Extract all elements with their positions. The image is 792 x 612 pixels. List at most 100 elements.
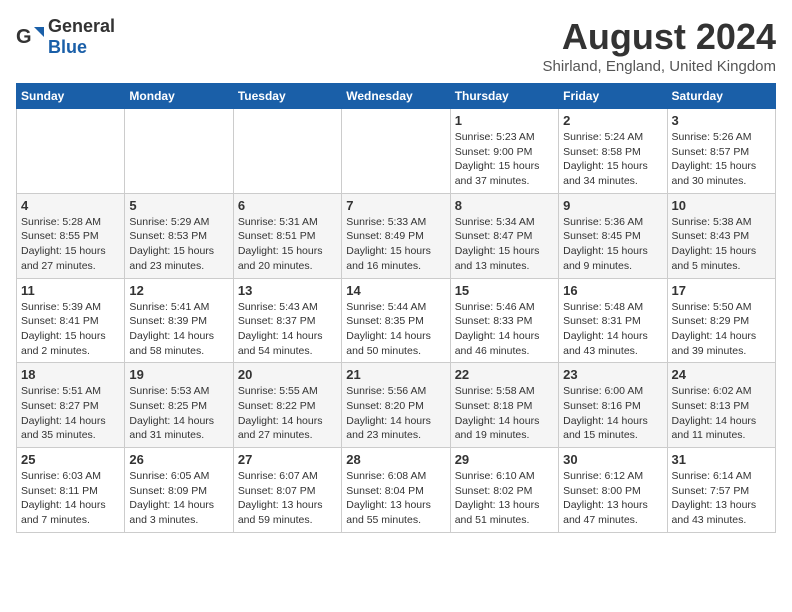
day-info: Sunrise: 6:02 AM Sunset: 8:13 PM Dayligh… [672,384,771,443]
day-info: Sunrise: 6:10 AM Sunset: 8:02 PM Dayligh… [455,469,554,528]
day-number: 17 [672,283,771,298]
day-info: Sunrise: 5:43 AM Sunset: 8:37 PM Dayligh… [238,300,337,359]
day-info: Sunrise: 5:34 AM Sunset: 8:47 PM Dayligh… [455,215,554,274]
calendar-cell: 16 Sunrise: 5:48 AM Sunset: 8:31 PM Dayli… [559,278,667,363]
calendar-cell: 22 Sunrise: 5:58 AM Sunset: 8:18 PM Dayli… [450,363,558,448]
day-info: Sunrise: 5:46 AM Sunset: 8:33 PM Dayligh… [455,300,554,359]
day-info: Sunrise: 5:50 AM Sunset: 8:29 PM Dayligh… [672,300,771,359]
day-number: 11 [21,283,120,298]
day-number: 24 [672,367,771,382]
location-subtitle: Shirland, England, United Kingdom [543,58,776,75]
day-number: 27 [238,452,337,467]
calendar-cell: 21Sunrise: 5:56 AM Sunset: 8:20 PM Dayli… [342,363,450,448]
day-number: 8 [455,198,554,213]
logo-general: General [48,16,115,36]
calendar-cell: 12 Sunrise: 5:41 AM Sunset: 8:39 PM Dayli… [125,278,233,363]
day-number: 28 [346,452,445,467]
calendar-cell: 31 Sunrise: 6:14 AM Sunset: 7:57 PM Dayli… [667,448,775,533]
day-number: 6 [238,198,337,213]
calendar-cell: 2 Sunrise: 5:24 AM Sunset: 8:58 PM Daylig… [559,109,667,194]
day-info: Sunrise: 5:44 AM Sunset: 8:35 PM Dayligh… [346,300,445,359]
day-number: 15 [455,283,554,298]
day-info: Sunrise: 5:55 AM Sunset: 8:22 PM Dayligh… [238,384,337,443]
calendar-cell: 6 Sunrise: 5:31 AM Sunset: 8:51 PM Daylig… [233,193,341,278]
calendar-cell: 5 Sunrise: 5:29 AM Sunset: 8:53 PM Daylig… [125,193,233,278]
calendar-cell: 24 Sunrise: 6:02 AM Sunset: 8:13 PM Dayli… [667,363,775,448]
day-info: Sunrise: 6:08 AM Sunset: 8:04 PM Dayligh… [346,469,445,528]
day-number: 14 [346,283,445,298]
calendar-cell: 17 Sunrise: 5:50 AM Sunset: 8:29 PM Dayli… [667,278,775,363]
weekday-header-wednesday: Wednesday [342,84,450,109]
weekday-header-monday: Monday [125,84,233,109]
weekday-header-tuesday: Tuesday [233,84,341,109]
day-info: Sunrise: 6:03 AM Sunset: 8:11 PM Dayligh… [21,469,120,528]
day-number: 13 [238,283,337,298]
day-number: 29 [455,452,554,467]
calendar-cell: 13 Sunrise: 5:43 AM Sunset: 8:37 PM Dayli… [233,278,341,363]
logo-blue: Blue [48,37,87,57]
day-number: 2 [563,113,662,128]
day-info: Sunrise: 5:51 AM Sunset: 8:27 PM Dayligh… [21,384,120,443]
calendar-cell: 11 Sunrise: 5:39 AM Sunset: 8:41 PM Dayli… [17,278,125,363]
day-number: 12 [129,283,228,298]
calendar-cell: 30 Sunrise: 6:12 AM Sunset: 8:00 PM Dayli… [559,448,667,533]
weekday-header-thursday: Thursday [450,84,558,109]
day-number: 10 [672,198,771,213]
calendar-week-1: 1Sunrise: 5:23 AM Sunset: 9:00 PM Daylig… [17,109,776,194]
calendar-cell: 7Sunrise: 5:33 AM Sunset: 8:49 PM Daylig… [342,193,450,278]
weekday-header-friday: Friday [559,84,667,109]
day-number: 31 [672,452,771,467]
calendar-cell: 9 Sunrise: 5:36 AM Sunset: 8:45 PM Daylig… [559,193,667,278]
day-number: 25 [21,452,120,467]
calendar-cell: 8 Sunrise: 5:34 AM Sunset: 8:47 PM Daylig… [450,193,558,278]
day-info: Sunrise: 5:26 AM Sunset: 8:57 PM Dayligh… [672,130,771,189]
day-info: Sunrise: 6:12 AM Sunset: 8:00 PM Dayligh… [563,469,662,528]
calendar-cell: 15 Sunrise: 5:46 AM Sunset: 8:33 PM Dayli… [450,278,558,363]
weekday-header-sunday: Sunday [17,84,125,109]
weekday-header-row: SundayMondayTuesdayWednesdayThursdayFrid… [17,84,776,109]
day-info: Sunrise: 6:07 AM Sunset: 8:07 PM Dayligh… [238,469,337,528]
day-info: Sunrise: 5:39 AM Sunset: 8:41 PM Dayligh… [21,300,120,359]
calendar-body: 1Sunrise: 5:23 AM Sunset: 9:00 PM Daylig… [17,109,776,533]
title-block: August 2024 Shirland, England, United Ki… [543,16,776,75]
weekday-header-saturday: Saturday [667,84,775,109]
calendar-cell: 29 Sunrise: 6:10 AM Sunset: 8:02 PM Dayli… [450,448,558,533]
calendar-cell: 3Sunrise: 5:26 AM Sunset: 8:57 PM Daylig… [667,109,775,194]
day-number: 5 [129,198,228,213]
calendar-cell: 4Sunrise: 5:28 AM Sunset: 8:55 PM Daylig… [17,193,125,278]
day-info: Sunrise: 5:29 AM Sunset: 8:53 PM Dayligh… [129,215,228,274]
calendar-header: SundayMondayTuesdayWednesdayThursdayFrid… [17,84,776,109]
calendar-week-5: 25 Sunrise: 6:03 AM Sunset: 8:11 PM Dayli… [17,448,776,533]
calendar-cell: 20 Sunrise: 5:55 AM Sunset: 8:22 PM Dayli… [233,363,341,448]
day-info: Sunrise: 6:14 AM Sunset: 7:57 PM Dayligh… [672,469,771,528]
day-info: Sunrise: 5:23 AM Sunset: 9:00 PM Dayligh… [455,130,554,189]
day-number: 7 [346,198,445,213]
day-number: 22 [455,367,554,382]
day-number: 20 [238,367,337,382]
calendar-cell: 10 Sunrise: 5:38 AM Sunset: 8:43 PM Dayli… [667,193,775,278]
day-number: 9 [563,198,662,213]
day-number: 23 [563,367,662,382]
day-info: Sunrise: 5:48 AM Sunset: 8:31 PM Dayligh… [563,300,662,359]
day-info: Sunrise: 5:24 AM Sunset: 8:58 PM Dayligh… [563,130,662,189]
calendar-week-3: 11 Sunrise: 5:39 AM Sunset: 8:41 PM Dayli… [17,278,776,363]
page-header: G General Blue August 2024 Shirland, Eng… [16,16,776,75]
calendar-cell: 18Sunrise: 5:51 AM Sunset: 8:27 PM Dayli… [17,363,125,448]
calendar-cell: 26Sunrise: 6:05 AM Sunset: 8:09 PM Dayli… [125,448,233,533]
calendar-table: SundayMondayTuesdayWednesdayThursdayFrid… [16,83,776,533]
calendar-cell [342,109,450,194]
day-info: Sunrise: 5:58 AM Sunset: 8:18 PM Dayligh… [455,384,554,443]
calendar-cell: 1Sunrise: 5:23 AM Sunset: 9:00 PM Daylig… [450,109,558,194]
day-info: Sunrise: 5:36 AM Sunset: 8:45 PM Dayligh… [563,215,662,274]
day-number: 4 [21,198,120,213]
calendar-cell [17,109,125,194]
day-info: Sunrise: 5:41 AM Sunset: 8:39 PM Dayligh… [129,300,228,359]
logo: G General Blue [16,16,115,58]
day-number: 16 [563,283,662,298]
day-number: 19 [129,367,228,382]
day-info: Sunrise: 5:38 AM Sunset: 8:43 PM Dayligh… [672,215,771,274]
calendar-week-4: 18Sunrise: 5:51 AM Sunset: 8:27 PM Dayli… [17,363,776,448]
day-info: Sunrise: 5:31 AM Sunset: 8:51 PM Dayligh… [238,215,337,274]
day-number: 30 [563,452,662,467]
calendar-cell [233,109,341,194]
